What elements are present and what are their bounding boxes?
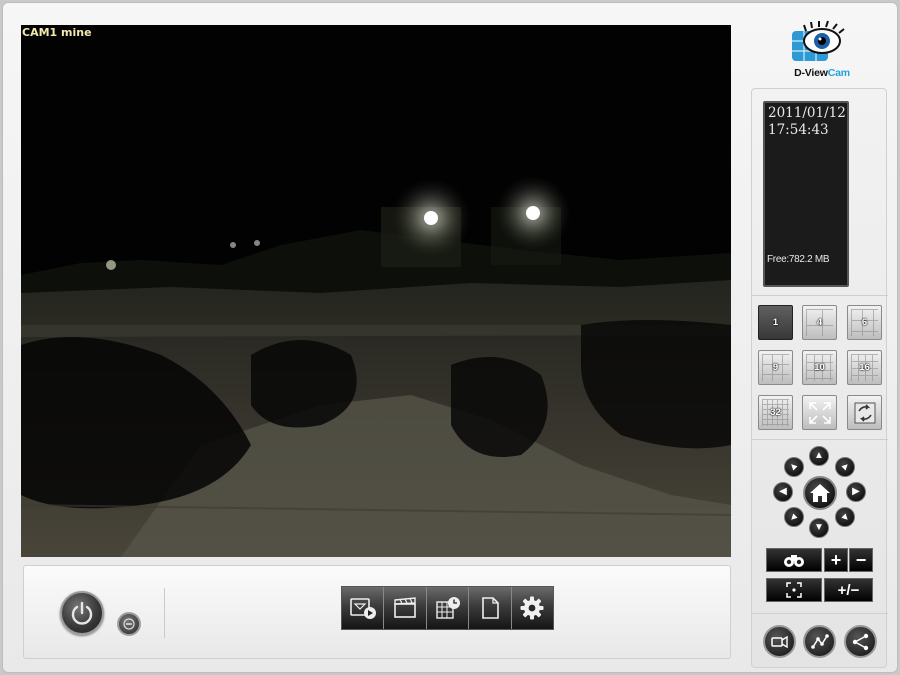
layout-32-button[interactable]: 32 [758,395,793,430]
ptz-down-left-button[interactable]: ▲ [784,507,804,527]
binoculars-icon [784,555,804,567]
record-button[interactable] [384,587,427,629]
record-icon [394,597,416,618]
schedule-icon [435,597,460,619]
focus-frame-icon [786,582,802,598]
layout-4-icon: 4 [816,317,823,328]
ptz-control-ring: ▲ ▲ ▶ ▲ ▼ ▲ ◀ ▲ [773,446,866,539]
route-path-icon [810,633,829,649]
fullscreen-button[interactable] [802,395,837,430]
arrow-down-left-icon: ▲ [786,509,802,525]
minus-icon: − [855,549,867,570]
arrow-right-icon: ▶ [852,486,860,497]
zoom-toggle-button[interactable]: +/− [824,578,873,602]
arrow-up-right-icon: ▲ [837,459,853,475]
function-button-group [341,586,554,630]
free-disk-space: Free:782.2 MB [767,254,830,265]
layout-16-button[interactable]: 16 [847,350,882,385]
playback-icon [349,598,376,619]
camera-label: CAM1 mine [22,26,92,39]
ptz-up-button[interactable]: ▲ [809,446,829,466]
arrow-down-icon: ▼ [814,522,824,533]
rotate-view-button[interactable] [847,395,882,430]
current-date: 2011/01/12 [768,105,846,121]
power-icon [71,601,93,625]
layout-9-button[interactable]: 9 [758,350,793,385]
plus-icon: + [830,549,842,570]
layout-4-button[interactable]: 4 [802,305,837,340]
search-preset-button[interactable] [766,548,822,572]
focus-minus-button[interactable]: − [849,548,873,572]
preset-go-button[interactable] [763,625,796,658]
auto-focus-button[interactable] [766,578,822,602]
power-button[interactable] [60,591,104,635]
minimize-icon [123,618,135,630]
app-window: CAM1 mine D-ViewCam 2011/01/12 17:54:43 … [2,2,898,673]
ptz-down-right-button[interactable]: ▲ [835,507,855,527]
layout-1-icon: 1 [772,317,779,328]
schedule-button[interactable] [426,587,470,629]
camera-video-view[interactable]: CAM1 mine [21,25,731,557]
layout-6-icon: 6 [861,317,868,328]
share-nodes-icon [852,633,868,650]
toolbar-divider [164,588,165,638]
layout-10-icon: 10 [814,362,825,373]
layout-9-icon: 9 [772,362,779,373]
arrow-up-icon: ▲ [814,450,824,461]
layout-1-button[interactable]: 1 [758,305,793,340]
patrol-button[interactable] [803,625,836,658]
ptz-home-button[interactable] [803,476,837,510]
rotate-view-icon [854,402,875,423]
ptz-down-button[interactable]: ▼ [809,518,829,538]
current-time: 17:54:43 [768,122,829,138]
layout-10-button[interactable]: 10 [802,350,837,385]
plus-minus-icon: +/− [837,581,860,599]
right-control-panel: 2011/01/12 17:54:43 Free:782.2 MB 1 4 6 … [751,88,888,668]
log-button[interactable] [469,587,512,629]
ptz-right-button[interactable]: ▶ [846,482,866,502]
fullscreen-icon [808,401,831,424]
log-icon [482,597,499,619]
layout-6-button[interactable]: 6 [847,305,882,340]
layout-16-icon: 16 [859,362,870,373]
camera-night-scene [21,25,731,557]
ptz-up-left-button[interactable]: ▲ [784,457,804,477]
arrow-down-right-icon: ▲ [837,509,853,525]
logo-eye-icon [792,20,845,61]
playback-button[interactable] [342,587,385,629]
share-route-button[interactable] [844,625,877,658]
minimize-button[interactable] [117,612,141,636]
bottom-toolbar [23,565,731,659]
ptz-left-button[interactable]: ◀ [773,482,793,502]
panel-divider [752,295,888,296]
logo-text: D-ViewCam [794,67,850,79]
settings-icon [520,596,544,620]
arrow-up-left-icon: ▲ [786,459,802,475]
panel-divider [752,439,888,440]
dviewcam-logo: D-ViewCam [782,19,862,81]
home-icon [810,484,830,502]
focus-plus-button[interactable]: + [824,548,848,572]
ptz-up-right-button[interactable]: ▲ [835,457,855,477]
panel-divider [752,613,888,614]
status-display: 2011/01/12 17:54:43 Free:782.2 MB [763,101,849,287]
settings-button[interactable] [511,587,554,629]
layout-32-icon: 32 [770,407,781,418]
camera-arrow-icon [770,635,788,648]
arrow-left-icon: ◀ [779,486,787,497]
